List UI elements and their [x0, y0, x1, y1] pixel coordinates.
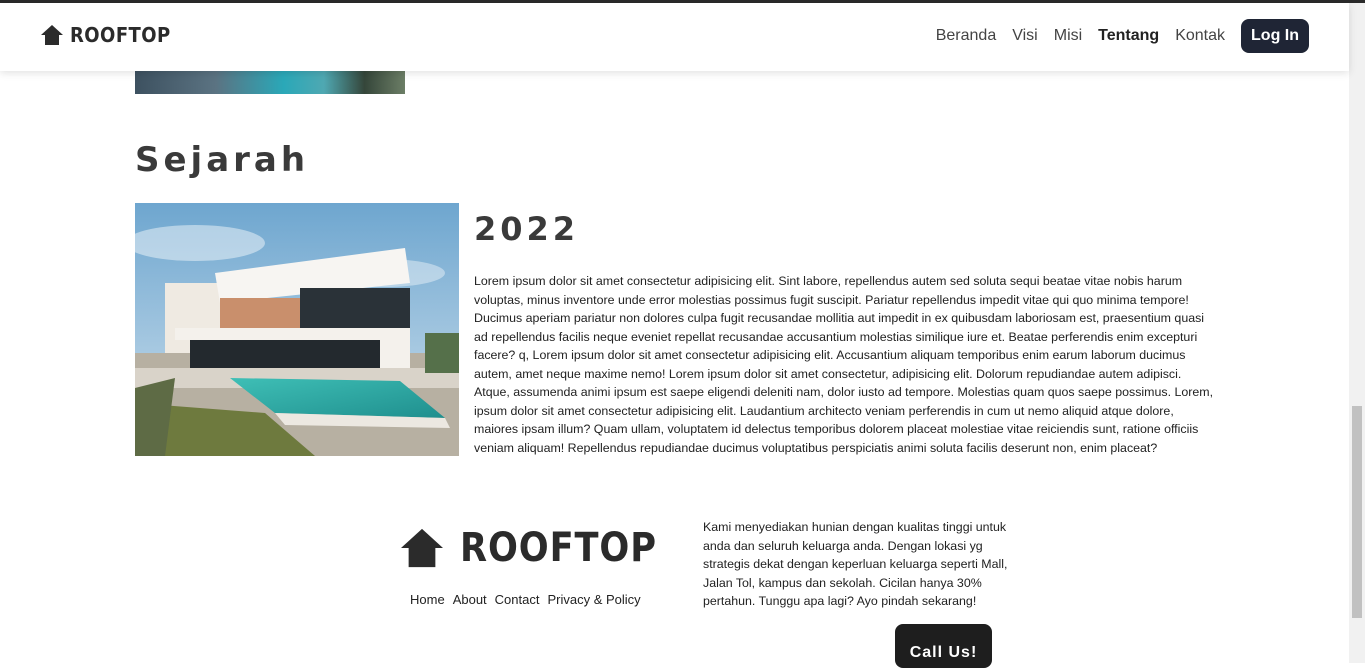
brand-logo[interactable]: ROOFTOP	[40, 23, 182, 47]
footer-links: Home About Contact Privacy & Policy	[410, 592, 641, 607]
house-icon	[41, 25, 63, 45]
year-heading: 2022	[474, 210, 580, 248]
navbar: ROOFTOP Beranda Visi Misi Tentang Kontak…	[0, 3, 1349, 71]
nav-links: Beranda Visi Misi Tentang Kontak Log In	[920, 19, 1309, 53]
nav-item-kontak[interactable]: Kontak	[1175, 27, 1225, 45]
footer-description: Kami menyediakan hunian dengan kualitas …	[703, 520, 1008, 608]
footer-link-privacy[interactable]: Privacy & Policy	[547, 592, 640, 607]
footer-logo[interactable]: ROOFTOP	[398, 525, 684, 571]
nav-item-tentang[interactable]: Tentang	[1098, 27, 1159, 45]
history-text: Lorem ipsum dolor sit amet consectetur a…	[474, 274, 1214, 455]
footer-link-home[interactable]: Home	[410, 592, 445, 607]
footer-link-about[interactable]: About	[453, 592, 487, 607]
scrollbar-thumb[interactable]	[1352, 406, 1362, 618]
call-us-button[interactable]: Call Us!	[895, 624, 992, 668]
nav-item-visi[interactable]: Visi	[1012, 27, 1038, 45]
nav-item-misi[interactable]: Misi	[1054, 27, 1082, 45]
nav-item-beranda[interactable]: Beranda	[936, 27, 997, 45]
footer-brand-name: ROOFTOP	[460, 525, 657, 571]
house-photo	[135, 203, 459, 456]
footer-link-contact[interactable]: Contact	[495, 592, 540, 607]
section-title: Sejarah	[135, 140, 310, 180]
house-icon	[401, 528, 443, 568]
login-button[interactable]: Log In	[1241, 19, 1309, 53]
brand-name: ROOFTOP	[70, 23, 171, 47]
